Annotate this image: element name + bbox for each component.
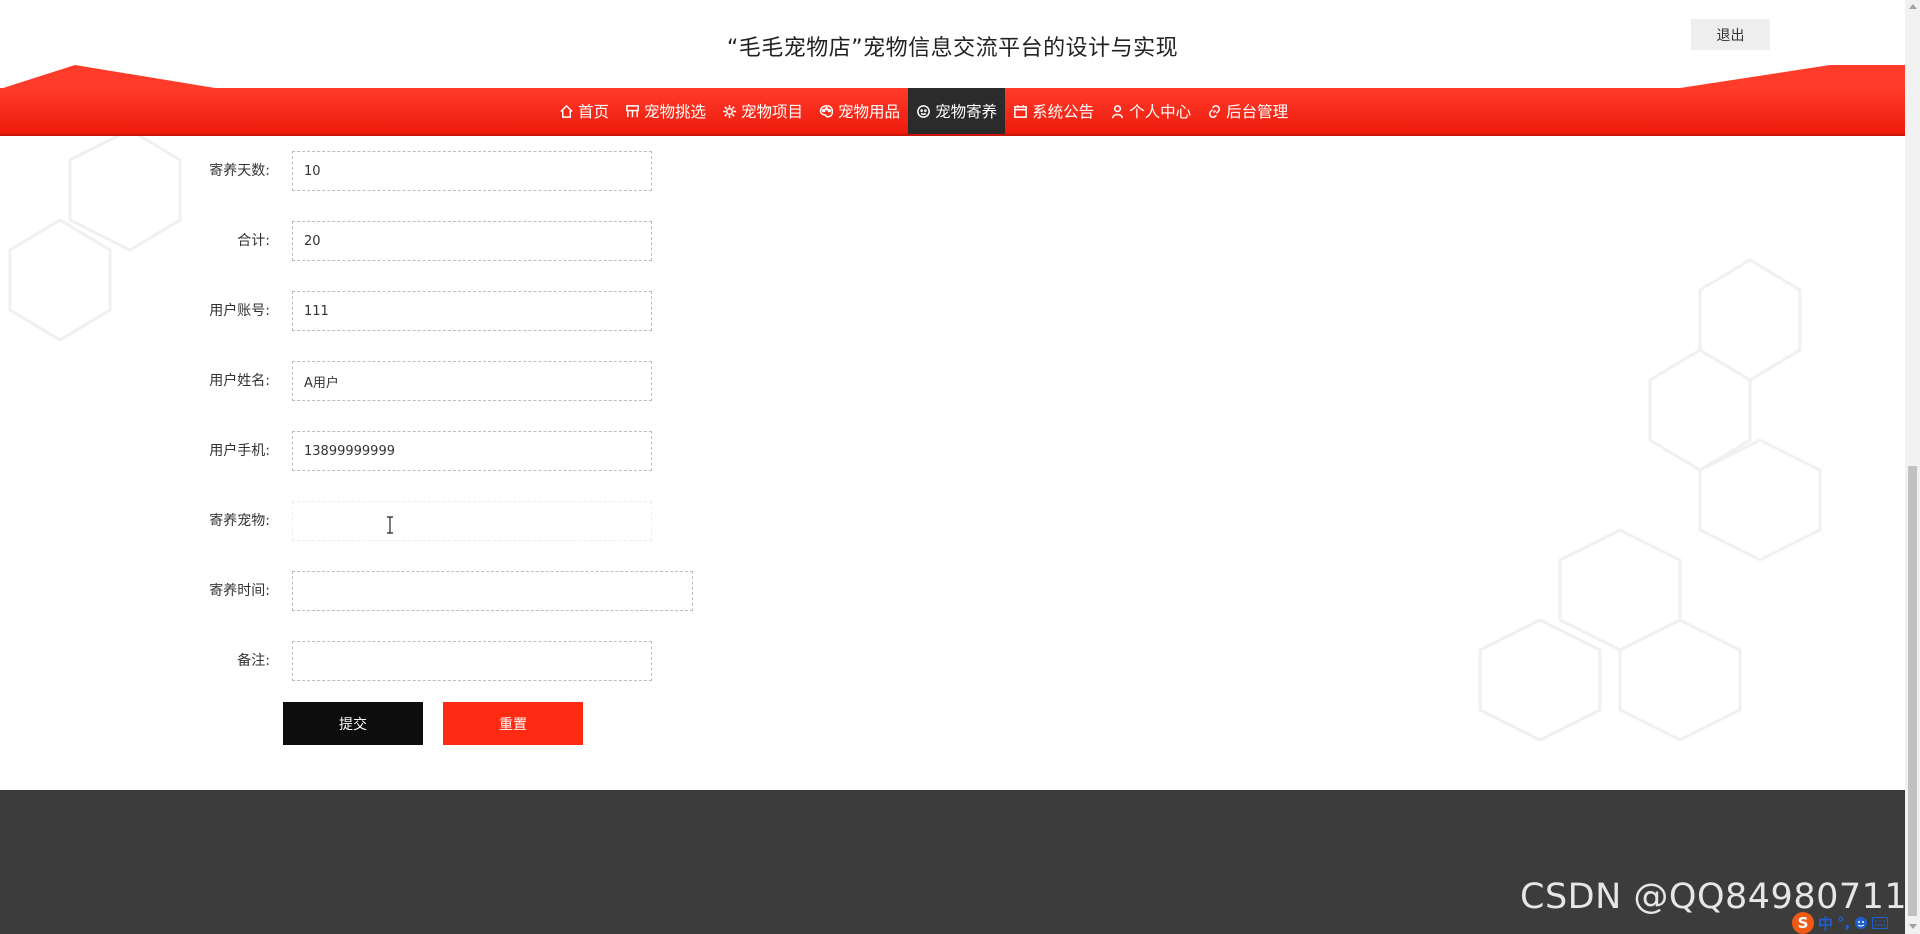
user-account-input[interactable] (292, 291, 652, 331)
nav-item-pet-boarding[interactable]: 宠物寄养 (908, 88, 1006, 134)
nav-item-label: 系统公告 (1032, 103, 1095, 121)
field-label: 合计: (237, 233, 270, 249)
nav-item-label: 宠物寄养 (935, 103, 998, 121)
total-input[interactable] (292, 221, 652, 261)
form-row-boarding-days: 寄养天数: (0, 151, 700, 191)
nav-item-home[interactable]: 首页 (551, 88, 617, 134)
site-title: “毛毛宠物店”宠物信息交流平台的设计与实现 (726, 36, 1179, 61)
user-icon (1112, 104, 1124, 118)
field-label: 用户姓名: (209, 373, 270, 389)
nav-item-personal-center[interactable]: 个人中心 (1102, 88, 1199, 134)
nav-item-label: 个人中心 (1129, 103, 1192, 121)
emoji-icon[interactable] (1854, 916, 1868, 930)
ime-punct-indicator[interactable]: °, (1837, 914, 1850, 932)
main-navbar: 首页 宠物挑选 宠物项目 宠物用品 宠物寄养 系统公告 个人中心 后台管理 (0, 88, 1905, 136)
sogou-ime-icon[interactable]: S (1792, 912, 1814, 934)
field-label: 寄养宠物: (209, 513, 270, 529)
nav-item-announcements[interactable]: 系统公告 (1005, 88, 1102, 134)
form-row-total: 合计: (0, 221, 700, 261)
header: “毛毛宠物店”宠物信息交流平台的设计与实现 退出 (0, 0, 1905, 88)
nav-item-label: 宠物项目 (741, 103, 804, 121)
field-label: 用户手机: (209, 443, 270, 459)
form-row-user-phone: 用户手机: (0, 431, 700, 471)
link-icon (1209, 104, 1221, 118)
calendar-icon (1014, 104, 1027, 118)
form-row-user-account: 用户账号: (0, 291, 700, 331)
user-name-input[interactable] (292, 361, 652, 401)
ime-toolbar: S 中 °, (1792, 912, 1889, 934)
grid-icon (626, 104, 639, 117)
nav-item-pet-supplies[interactable]: 宠物用品 (811, 88, 908, 134)
nav-item-label: 后台管理 (1226, 103, 1289, 121)
nav-item-admin[interactable]: 后台管理 (1199, 88, 1296, 134)
scroll-down-arrow-icon[interactable] (1909, 924, 1917, 929)
nav-item-pet-selection[interactable]: 宠物挑选 (617, 88, 714, 134)
home-icon (560, 104, 573, 118)
gear-icon (722, 104, 737, 118)
palette-icon (819, 104, 834, 118)
form-row-boarding-time: 寄养时间: (0, 571, 700, 611)
nav-item-label: 首页 (578, 103, 610, 121)
reset-button[interactable]: 重置 (443, 702, 583, 745)
scrollbar-thumb[interactable] (1908, 466, 1917, 916)
field-label: 备注: (237, 653, 270, 669)
field-label: 寄养天数: (209, 163, 270, 179)
nav-item-label: 宠物用品 (838, 103, 901, 121)
field-label: 用户账号: (209, 303, 270, 319)
keyboard-icon[interactable] (1872, 917, 1889, 929)
logout-button[interactable]: 退出 (1691, 19, 1770, 50)
boarding-pet-input[interactable] (292, 501, 652, 541)
submit-button[interactable]: 提交 (283, 702, 423, 745)
ime-mode-indicator[interactable]: 中 (1818, 913, 1833, 934)
user-phone-input[interactable] (292, 431, 652, 471)
nav-item-label: 宠物挑选 (644, 103, 707, 121)
csdn-watermark: CSDN @QQ849807118 (1520, 877, 1920, 917)
form-row-remarks: 备注: (0, 641, 700, 681)
nav-item-pet-projects[interactable]: 宠物项目 (714, 88, 811, 134)
remarks-input[interactable] (292, 641, 652, 681)
form-row-boarding-pet: 寄养宠物: (0, 501, 700, 541)
form-row-user-name: 用户姓名: (0, 361, 700, 401)
boarding-time-input[interactable] (292, 571, 693, 611)
boarding-days-input[interactable] (292, 151, 652, 191)
field-label: 寄养时间: (209, 583, 270, 599)
scroll-up-arrow-icon[interactable] (1909, 4, 1917, 9)
smile-icon (917, 104, 930, 118)
